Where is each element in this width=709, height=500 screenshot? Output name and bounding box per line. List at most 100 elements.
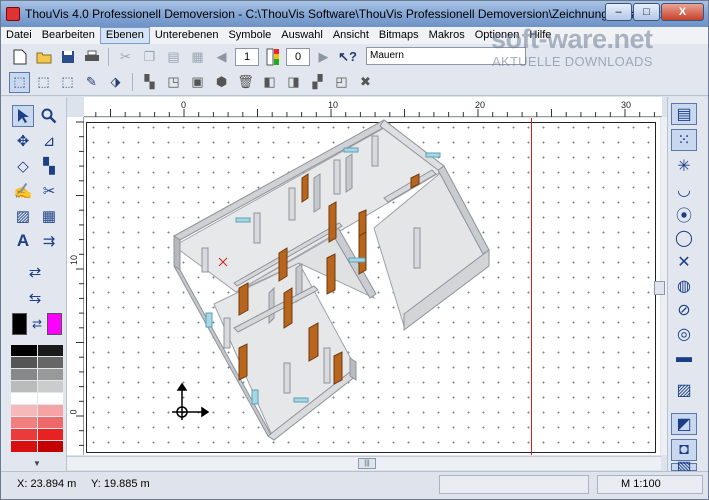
menu-bitmaps[interactable]: Bitmaps <box>374 28 424 43</box>
ruler-view-icon[interactable]: ▤ <box>671 103 697 125</box>
palette-swatch[interactable] <box>37 345 63 356</box>
snap-arc-icon[interactable]: ◡ <box>671 179 697 201</box>
menu-makros[interactable]: Makros <box>424 28 470 43</box>
menu-datei[interactable]: Datei <box>1 28 37 43</box>
palette-swatch[interactable] <box>37 417 63 428</box>
menu-bearbeiten[interactable]: Bearbeiten <box>37 28 100 43</box>
send-back-icon[interactable]: ◨ <box>283 72 304 93</box>
isometric-view-icon[interactable]: ◩ <box>671 413 697 435</box>
grid-dots-icon[interactable]: ⁙ <box>671 129 697 151</box>
palette-swatch[interactable] <box>11 441 37 452</box>
text-tool-icon[interactable]: A <box>12 230 34 252</box>
snap-perpendicular-icon[interactable]: ⊘ <box>671 299 697 321</box>
arrow-select-icon[interactable] <box>12 105 34 127</box>
snap-midpoint-icon[interactable]: ◎ <box>671 323 697 345</box>
eyedropper-icon[interactable]: ✎ <box>81 72 102 93</box>
palette-scroll-down-icon[interactable]: ▼ <box>33 459 41 468</box>
menu-symbole[interactable]: Symbole <box>223 28 276 43</box>
bitmap-icon[interactable]: ▦ <box>38 205 60 227</box>
palette-swatch[interactable] <box>11 369 37 380</box>
next-layer-icon[interactable]: ▶ <box>313 46 334 67</box>
swap-colors-icon[interactable]: ⇄ <box>29 313 45 335</box>
drawing-canvas[interactable] <box>84 118 660 455</box>
palette-swatch[interactable] <box>11 381 37 392</box>
menu-ansicht[interactable]: Ansicht <box>328 28 374 43</box>
explode-icon[interactable]: ✖ <box>355 72 376 93</box>
dimension-icon[interactable]: ⇉ <box>38 230 60 252</box>
secondary-color-swatch[interactable] <box>47 313 62 335</box>
palette-swatch[interactable] <box>11 405 37 416</box>
symbols-icon[interactable]: ▚ <box>38 155 60 177</box>
menu-unterebenen[interactable]: Unterebenen <box>150 28 224 43</box>
palette-swatch[interactable] <box>11 417 37 428</box>
snap-star-icon[interactable]: ✳ <box>671 155 697 177</box>
palette-swatch[interactable] <box>11 393 37 404</box>
open-folder-icon[interactable] <box>33 46 54 67</box>
layer-name-combobox[interactable]: Mauern <box>366 47 526 65</box>
menu-ebenen[interactable]: Ebenen <box>99 27 150 44</box>
bring-front-icon[interactable]: ◧ <box>259 72 280 93</box>
select-all-icon[interactable]: ⬚ <box>57 72 78 93</box>
edit-pen-icon[interactable]: ✍ <box>12 180 34 202</box>
door <box>278 247 288 282</box>
trash-icon[interactable]: 🗑 <box>235 72 256 93</box>
menu-optionen[interactable]: Optionen <box>470 28 525 43</box>
transform-icon[interactable]: ⬗ <box>105 72 126 93</box>
new-file-icon[interactable] <box>9 46 30 67</box>
minimize-button[interactable]: – <box>605 3 632 21</box>
palette-swatch[interactable] <box>37 429 63 440</box>
group-icon[interactable]: ▚ <box>139 72 160 93</box>
copy-icon[interactable]: ❐ <box>139 46 160 67</box>
snap-intersection-icon[interactable]: ✕ <box>671 251 697 273</box>
menu-hilfe[interactable]: Hilfe <box>524 28 556 43</box>
scissors-icon[interactable]: ✂ <box>38 180 60 202</box>
horizontal-scroll-thumb[interactable]: ||| <box>358 458 376 469</box>
solid-icon[interactable]: ⬢ <box>211 72 232 93</box>
vertical-scroll-thumb[interactable] <box>654 281 665 295</box>
transfer-save-icon[interactable]: ⇆ <box>12 287 58 309</box>
save-icon[interactable] <box>57 46 78 67</box>
menu-auswahl[interactable]: Auswahl <box>276 28 328 43</box>
gradient-fill-icon[interactable]: ▨ <box>12 205 34 227</box>
palette-swatch[interactable] <box>11 429 37 440</box>
measure-icon[interactable]: ⊿ <box>38 130 60 152</box>
select-area-icon[interactable]: ⬚ <box>9 71 30 93</box>
maximize-button[interactable]: □ <box>633 3 660 21</box>
ungroup-icon[interactable]: ◳ <box>163 72 184 93</box>
shapes-icon[interactable]: ◇ <box>12 155 34 177</box>
transfer-to-layer-icon[interactable]: ⇄ <box>12 261 58 283</box>
palette-swatch[interactable] <box>37 369 63 380</box>
hatch-pattern-icon[interactable]: ▨ <box>671 379 697 401</box>
sublayer-number-field[interactable]: 0 <box>286 47 310 66</box>
layer-number-field[interactable]: 1 <box>235 47 259 66</box>
pan-move-icon[interactable]: ✥ <box>12 130 34 152</box>
snap-tangent-icon[interactable]: ◍ <box>671 275 697 297</box>
paste-special-icon[interactable]: ▦ <box>187 46 208 67</box>
fill-view-icon[interactable]: ▧ <box>671 459 697 476</box>
frame-icon[interactable]: ◰ <box>331 72 352 93</box>
previous-layer-icon[interactable]: ◀ <box>211 46 232 67</box>
snap-center-icon[interactable]: ⦿ <box>671 203 697 225</box>
snap-layer-icon[interactable]: ▬ <box>671 347 697 369</box>
close-button[interactable]: X <box>661 3 704 21</box>
palette-swatch[interactable] <box>37 393 63 404</box>
select-plus-icon[interactable]: ⬚ <box>33 72 54 93</box>
palette-swatch[interactable] <box>11 345 37 356</box>
print-icon[interactable] <box>81 46 102 67</box>
title-bar[interactable]: ThouVis 4.0 Professionell Demoversion - … <box>1 1 708 27</box>
palette-swatch[interactable] <box>37 357 63 368</box>
snap-circle-icon[interactable]: ◯ <box>671 227 697 249</box>
primary-color-swatch[interactable] <box>12 313 27 335</box>
magnifier-icon[interactable] <box>38 105 60 127</box>
hatch-icon[interactable]: ▣ <box>187 72 208 93</box>
horizontal-scrollbar[interactable]: ||| <box>67 456 661 470</box>
palette-swatch[interactable] <box>37 405 63 416</box>
palette-swatch[interactable] <box>37 441 63 452</box>
align-icon[interactable]: ▞ <box>307 72 328 93</box>
context-help-icon[interactable]: ↖? <box>337 46 358 67</box>
paste-icon[interactable]: ▤ <box>163 46 184 67</box>
palette-swatch[interactable] <box>37 381 63 392</box>
palette-swatch[interactable] <box>11 357 37 368</box>
cut-icon[interactable]: ✂ <box>115 46 136 67</box>
layer-color-icon[interactable] <box>262 46 283 67</box>
